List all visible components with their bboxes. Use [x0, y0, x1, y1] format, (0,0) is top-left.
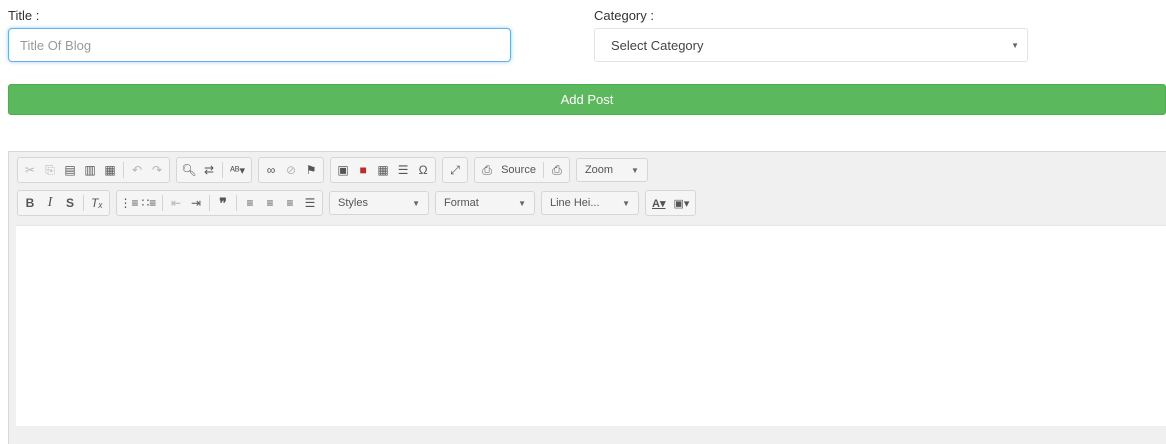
add-post-button[interactable]: Add Post — [8, 84, 1166, 115]
dropdown-arrow-icon: ▼ — [1011, 41, 1019, 50]
insert-group: ▣ ■ ▦ ☰ Ω — [330, 157, 437, 183]
title-input[interactable] — [8, 28, 511, 62]
styles-label: Styles — [338, 197, 368, 209]
align-justify-icon[interactable]: ☰ — [301, 193, 319, 213]
background-color-icon[interactable]: ▣▾ — [670, 193, 692, 213]
basic-styles-group: B I S Tₓ — [17, 190, 110, 216]
clipboard-group: ✂ ⎘ ▤ ▥ ▦ ↶ ↷ — [17, 157, 170, 183]
rich-text-editor: ✂ ⎘ ▤ ▥ ▦ ↶ ↷ 🔍︎ ⇄ ᴬᴮ▾ ∞ ⊘ ⚑ ▣ ■ ▦ ☰ Ω ⤢… — [8, 151, 1166, 444]
toolbar-separator — [236, 195, 237, 211]
link-icon[interactable]: ∞ — [262, 160, 280, 180]
toolbar-separator — [162, 195, 163, 211]
spellcheck-icon[interactable]: ᴬᴮ▾ — [227, 160, 248, 180]
anchor-flag-icon[interactable]: ⚑ — [302, 160, 320, 180]
indent-icon[interactable]: ⇥ — [187, 193, 205, 213]
styles-dropdown[interactable]: Styles ▼ — [329, 191, 429, 215]
chevron-down-icon: ▼ — [518, 198, 526, 208]
undo-icon[interactable]: ↶ — [128, 160, 146, 180]
unlink-icon[interactable]: ⊘ — [282, 160, 300, 180]
category-selected-value: Select Category — [611, 38, 704, 53]
chevron-down-icon: ▼ — [631, 165, 639, 175]
redo-icon[interactable]: ↷ — [148, 160, 166, 180]
category-select[interactable]: Select Category ▼ — [594, 28, 1028, 62]
blockquote-icon[interactable]: ❞ — [214, 193, 232, 213]
chevron-down-icon: ▼ — [412, 198, 420, 208]
text-color-icon[interactable]: A▾ — [649, 193, 668, 213]
flash-icon[interactable]: ■ — [354, 160, 372, 180]
toolbar-separator — [83, 195, 84, 211]
title-label: Title : — [8, 8, 40, 23]
zoom-label: Zoom — [584, 164, 614, 176]
paste-from-word-icon[interactable]: ▦ — [101, 160, 119, 180]
strike-button[interactable]: S — [61, 193, 79, 213]
maximize-icon[interactable]: ⤢ — [446, 160, 464, 180]
editor-toolbar-row-2: B I S Tₓ ⋮≡ ∷≡ ⇤ ⇥ ❞ ≡ ≡ ≡ ☰ Styles ▼ Fo… — [17, 190, 702, 216]
table-icon[interactable]: ▦ — [374, 160, 392, 180]
colors-group: A▾ ▣▾ — [645, 190, 697, 216]
source-icon[interactable]: ⎙ — [478, 160, 496, 180]
paste-icon[interactable]: ▤ — [61, 160, 79, 180]
toolbar-separator — [222, 162, 223, 178]
line-height-label: Line Hei... — [550, 197, 600, 209]
editor-content-area[interactable] — [16, 225, 1166, 426]
print-icon[interactable]: ⎙ — [548, 160, 566, 180]
cut-icon[interactable]: ✂ — [21, 160, 39, 180]
source-button[interactable]: Source — [498, 160, 539, 180]
bold-button[interactable]: B — [21, 193, 39, 213]
document-group: ⎙ Source ⎙ — [474, 157, 570, 183]
copy-icon[interactable]: ⎘ — [41, 160, 59, 180]
editor-toolbar-row-1: ✂ ⎘ ▤ ▥ ▦ ↶ ↷ 🔍︎ ⇄ ᴬᴮ▾ ∞ ⊘ ⚑ ▣ ■ ▦ ☰ Ω ⤢… — [17, 157, 654, 183]
image-icon[interactable]: ▣ — [334, 160, 352, 180]
format-label: Format — [444, 197, 479, 209]
horizontal-line-icon[interactable]: ☰ — [394, 160, 412, 180]
align-right-icon[interactable]: ≡ — [281, 193, 299, 213]
remove-format-icon[interactable]: Tₓ — [88, 193, 106, 213]
tools-group: ⤢ — [442, 157, 469, 183]
replace-icon[interactable]: ⇄ — [200, 160, 218, 180]
toolbar-separator — [123, 162, 124, 178]
chevron-down-icon: ▼ — [622, 198, 630, 208]
category-label: Category : — [594, 8, 654, 23]
find-icon[interactable]: 🔍︎ — [180, 160, 198, 180]
toolbar-separator — [542, 162, 544, 178]
paste-text-icon[interactable]: ▥ — [81, 160, 99, 180]
line-height-dropdown[interactable]: Line Hei... ▼ — [541, 191, 639, 215]
align-center-icon[interactable]: ≡ — [261, 193, 279, 213]
bulleted-list-icon[interactable]: ∷≡ — [140, 193, 158, 213]
paragraph-group: ⋮≡ ∷≡ ⇤ ⇥ ❞ ≡ ≡ ≡ ☰ — [116, 190, 323, 216]
outdent-icon[interactable]: ⇤ — [167, 193, 185, 213]
align-left-icon[interactable]: ≡ — [241, 193, 259, 213]
links-group: ∞ ⊘ ⚑ — [258, 157, 325, 183]
zoom-dropdown[interactable]: Zoom ▼ — [575, 158, 648, 182]
format-dropdown[interactable]: Format ▼ — [435, 191, 535, 215]
special-char-icon[interactable]: Ω — [414, 160, 432, 180]
toolbar-separator — [209, 195, 210, 211]
italic-button[interactable]: I — [41, 193, 59, 213]
numbered-list-icon[interactable]: ⋮≡ — [120, 193, 139, 213]
editing-group: 🔍︎ ⇄ ᴬᴮ▾ — [176, 157, 253, 183]
